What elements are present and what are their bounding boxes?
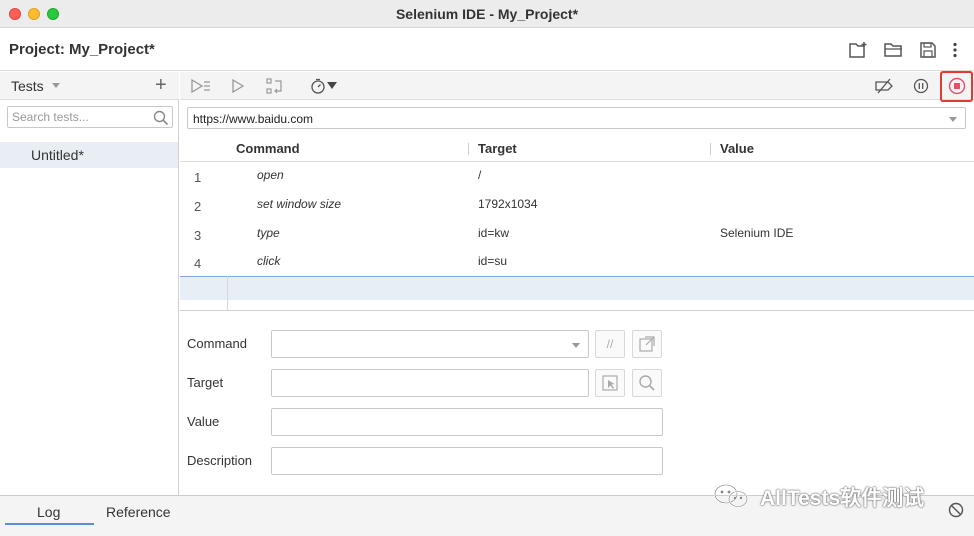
table-header: Command Target Value <box>180 136 974 162</box>
run-current-test-icon[interactable] <box>227 76 249 96</box>
project-label: Project: <box>9 41 65 58</box>
new-project-icon[interactable] <box>848 39 870 61</box>
command-select[interactable] <box>271 330 589 358</box>
chevron-down-icon[interactable] <box>52 83 60 88</box>
window-titlebar: Selenium IDE - My_Project* <box>0 0 974 28</box>
clear-log-icon[interactable] <box>948 502 964 518</box>
chevron-down-icon[interactable] <box>572 343 580 348</box>
search-tests-input[interactable] <box>12 109 148 125</box>
description-field[interactable] <box>271 447 663 475</box>
external-link-icon <box>639 336 655 352</box>
active-tab-indicator <box>5 523 94 525</box>
row-command: click <box>257 254 281 268</box>
open-reference-button[interactable] <box>632 330 662 358</box>
window-title: Selenium IDE - My_Project* <box>395 6 579 22</box>
row-target: id=su <box>478 254 508 268</box>
step-over-icon[interactable] <box>264 76 286 96</box>
tests-sidebar: Tests + Untitled* <box>0 72 179 495</box>
table-row[interactable]: 3 type id=kw Selenium IDE <box>180 220 974 249</box>
pause-icon[interactable] <box>910 76 932 96</box>
table-row[interactable]: 1 open / <box>180 162 974 191</box>
playback-toolbar <box>180 71 974 102</box>
table-row[interactable]: 2 set window size 1792x1034 <box>180 191 974 220</box>
value-field[interactable] <box>271 408 663 436</box>
row-target: id=kw <box>478 226 510 240</box>
select-target-button[interactable] <box>595 369 625 397</box>
column-divider[interactable] <box>710 143 711 155</box>
row-command: open <box>257 168 284 182</box>
row-target: / <box>478 168 482 182</box>
target-input[interactable] <box>272 370 588 396</box>
chevron-down-icon[interactable] <box>949 117 957 122</box>
wechat-logo-icon <box>714 484 748 508</box>
row-number: 3 <box>194 228 202 243</box>
stop-recording-icon <box>948 77 966 95</box>
description-input[interactable] <box>272 448 662 474</box>
disable-breakpoints-icon[interactable] <box>873 76 895 96</box>
column-header-value: Value <box>720 141 754 156</box>
stop-recording-button[interactable] <box>946 76 968 96</box>
watermark-text: AllTests软件测试 <box>760 487 925 510</box>
speed-dropdown-icon[interactable] <box>325 76 339 96</box>
row-value: Selenium IDE <box>720 226 794 240</box>
add-test-button[interactable]: + <box>155 74 167 96</box>
project-name[interactable]: My_Project* <box>69 41 155 58</box>
row-number: 1 <box>194 170 202 185</box>
tab-reference[interactable]: Reference <box>106 504 171 520</box>
row-number: 4 <box>194 256 202 271</box>
row-command: type <box>257 226 280 240</box>
row-command: set window size <box>257 197 342 211</box>
tests-header: Tests + <box>0 72 179 100</box>
row-gutter-divider <box>227 276 228 310</box>
tests-dropdown-label[interactable]: Tests <box>11 78 44 94</box>
target-label: Target <box>187 375 224 390</box>
command-editor: Command // Target Value Description <box>180 310 974 495</box>
row-number: 2 <box>194 199 202 214</box>
target-field[interactable] <box>271 369 589 397</box>
test-item-label: Untitled* <box>31 147 84 163</box>
search-icon <box>639 375 655 391</box>
comment-toggle-button[interactable]: // <box>595 330 625 358</box>
run-all-tests-icon[interactable] <box>190 76 212 96</box>
description-label: Description <box>187 453 253 468</box>
base-url-value: https://www.baidu.com <box>193 112 314 126</box>
open-project-icon[interactable] <box>883 39 905 61</box>
search-icon <box>153 110 169 126</box>
table-row[interactable]: 4 click id=su <box>180 248 974 277</box>
column-header-command: Command <box>236 141 300 156</box>
value-input[interactable] <box>272 409 662 435</box>
project-header: Project: My_Project* <box>0 29 974 71</box>
base-url-select[interactable]: https://www.baidu.com <box>187 107 966 129</box>
column-header-target: Target <box>478 141 517 156</box>
search-tests-field[interactable] <box>7 106 173 128</box>
test-item-untitled[interactable]: Untitled* <box>0 142 178 168</box>
find-target-button[interactable] <box>632 369 662 397</box>
more-options-icon[interactable] <box>944 39 966 61</box>
command-label: Command <box>187 336 247 351</box>
select-element-icon <box>602 375 618 391</box>
row-target: 1792x1034 <box>478 197 538 211</box>
value-label: Value <box>187 414 220 429</box>
column-divider[interactable] <box>468 143 469 155</box>
tab-log[interactable]: Log <box>37 504 60 520</box>
command-input[interactable] <box>272 331 588 357</box>
new-command-row[interactable] <box>180 276 974 300</box>
save-project-icon[interactable] <box>917 39 939 61</box>
command-table: Command Target Value 1 open / 2 set wind… <box>180 136 974 310</box>
